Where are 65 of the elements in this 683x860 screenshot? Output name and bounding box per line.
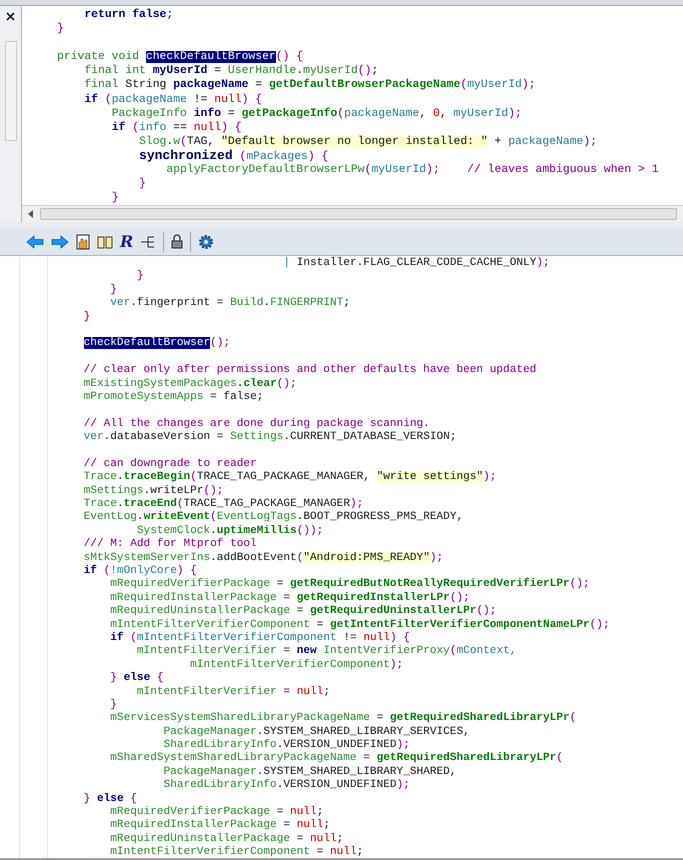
code-line: } else { — [109, 672, 165, 686]
code-line: mRequiredUninstallerPackage = null; — [109, 832, 344, 846]
code-line: final int myUserId = UserHandle.myUserId(); — [83, 64, 380, 78]
code-line: if (mIntentFilterVerifierComponent != null) { — [109, 632, 411, 645]
code-line: PackageInfo info = getPackageInfo(packageName, 0, myUserId); — [110, 106, 523, 121]
code-line: mSharedSystemSharedLibraryPackageName = getRequiredSharedLibraryLPr( — [109, 752, 564, 766]
code-line: SystemClock.uptimeMillis()); — [136, 524, 324, 538]
code-line: mIntentFilterVerifierComponent = getIntentFilterVerifierComponentNameLPr(); — [109, 618, 610, 632]
code-line: mRequiredVerifierPackage = getRequiredButNotReallyRequiredVerifierLPr(); — [109, 578, 591, 592]
scrollbar-thumb[interactable] — [40, 208, 677, 220]
code-line: if (packageName != null) { — [83, 92, 264, 107]
lock-icon[interactable] — [171, 234, 184, 249]
code-line: ver.databaseVersion = Settings.CURRENT_DATABASE_VERSION; — [82, 431, 458, 444]
forward-arrow-icon[interactable] — [51, 234, 69, 248]
code-line: mRequiredInstallerPackage = getRequiredInstallerLPr(); — [109, 592, 471, 605]
tree-branch-icon[interactable] — [140, 234, 156, 248]
code-line: } else { — [82, 792, 138, 806]
code-line: mRequiredInstallerPackage = null; — [109, 819, 332, 833]
code-line: mSettings.writeLPr(); — [82, 484, 224, 498]
code-line: Trace.traceBegin(TRACE_TAG_PACKAGE_MANAGER, "write settings"); — [82, 471, 498, 485]
code-line: } — [110, 191, 120, 205]
code-line: SharedLibraryInfo.VERSION_UNDEFINED); — [162, 739, 411, 752]
code-line: ver.fingerprint = Build.FINGERPRINT; — [109, 297, 351, 311]
scrollbar[interactable] — [4, 41, 16, 141]
horizontal-scrollbar[interactable] — [22, 205, 683, 222]
code-line: applyFactoryDefaultBrowserLPw(myUserId); // leaves ambiguous when > 1 — [165, 163, 660, 178]
back-arrow-icon[interactable] — [26, 234, 44, 248]
code-line: PackageManager.SYSTEM_SHARED_LIBRARY_SERVICES, — [162, 726, 471, 739]
code-line: mRequiredUninstallerPackage = getRequiredUninstallerLPr(); — [109, 605, 498, 618]
code-line: if (!mOnlyCore) { — [82, 564, 198, 578]
code-line: SharedLibraryInfo.VERSION_UNDEFINED); — [162, 779, 411, 793]
code-line: if (info == null) { — [110, 120, 243, 135]
code-line: } — [138, 177, 147, 192]
code-line: } — [136, 270, 145, 284]
code-line: mPromoteSystemApps = false; — [82, 390, 264, 404]
code-line: // All the changes are done during package scanning. — [82, 418, 431, 431]
code-line: private void checkDefaultBrowser() { — [57, 50, 304, 64]
code-line: } — [109, 698, 118, 712]
code-line: mServicesSystemSharedLibraryPackageName = getRequiredSharedLibraryLPr( — [109, 712, 578, 726]
code-line: // can downgrade to reader — [82, 458, 258, 471]
code-line: PackageManager.SYSTEM_SHARED_LIBRARY_SHARED, — [162, 766, 458, 779]
code-line: mExistingSystemPackages.clear(); — [82, 378, 298, 391]
code-line: mIntentFilterVerifier = null; — [136, 686, 332, 699]
code-line: return false; — [83, 8, 174, 22]
code-line: | Installer.FLAG_CLEAR_CODE_CACHE_ONLY); — [282, 257, 551, 270]
code-line: } — [82, 310, 92, 324]
code-line: mIntentFilterVerifier = new IntentVerifierProxy(mContext, — [136, 645, 518, 659]
code-line: final String packageName = getDefaultBrowserPackageName(myUserId); — [83, 78, 537, 93]
code-line: Trace.traceEnd(TRACE_TAG_PACKAGE_MANAGER); — [82, 498, 364, 511]
code-line: mIntentFilterVerifierComponent); — [189, 658, 404, 672]
book-icon[interactable] — [97, 234, 113, 248]
code-line: synchronized (mPackages) { — [138, 148, 330, 164]
code-line: } — [109, 284, 118, 298]
code-line: Slog.w(TAG, "Default browser no longer installed: " + packageName); — [138, 134, 598, 149]
code-line: mIntentFilterVerifierComponent = null; — [109, 846, 364, 858]
code-line: mRequiredVerifierPackage = null; — [109, 806, 324, 819]
r-tool-button[interactable]: R — [120, 234, 134, 250]
settings-icon[interactable] — [198, 234, 214, 250]
code-line: // clear only after permissions and other defaults have been updated — [82, 364, 538, 378]
close-icon[interactable] — [6, 12, 15, 21]
scroll-left-icon[interactable] — [28, 210, 34, 218]
code-line: EventLog.writeEvent(EventLogTags.BOOT_PROGRESS_PMS_READY, — [82, 511, 464, 525]
code-line: /// M: Add for Mtprof tool — [82, 538, 258, 552]
code-line: } — [57, 22, 65, 36]
code-line: sMtkSystemServerIns.addBootEvent("Android:PMS_READY"); — [82, 552, 444, 564]
